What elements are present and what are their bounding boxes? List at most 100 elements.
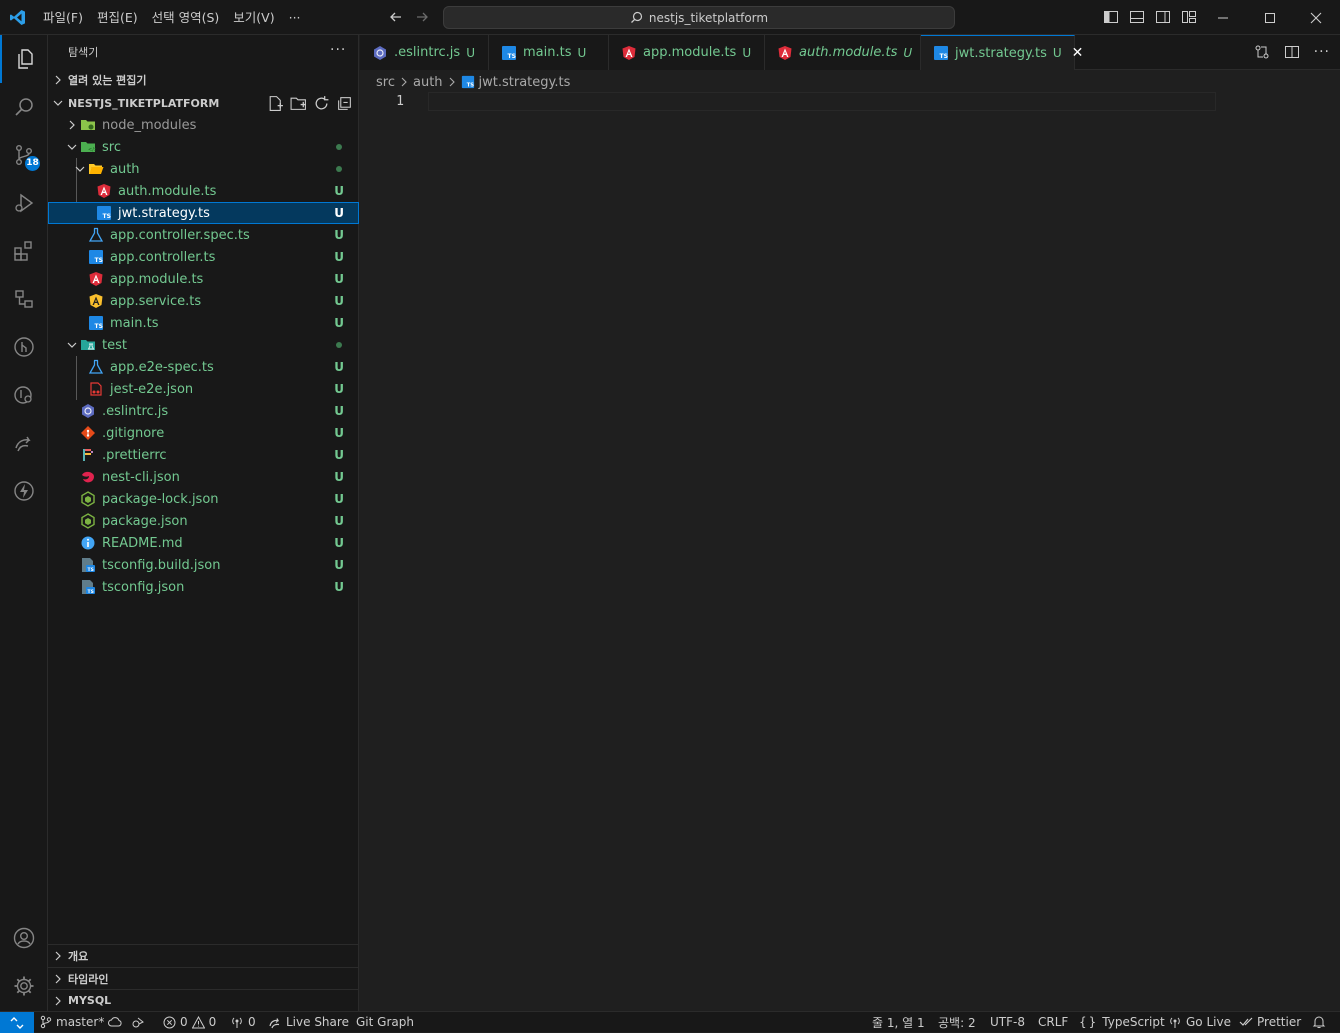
back-arrow-icon[interactable] — [388, 9, 404, 25]
toggle-panel-icon[interactable] — [1129, 9, 1145, 25]
tree-folder-node-modules[interactable]: node_modules — [48, 114, 359, 136]
chevron-right-icon — [399, 77, 409, 87]
open-changes-icon[interactable] — [1254, 44, 1270, 60]
refresh-icon[interactable] — [313, 95, 330, 112]
tree-file-app-module[interactable]: app.module.ts U — [48, 268, 359, 290]
tab-app-module[interactable]: app.module.ts U — [609, 35, 765, 70]
collapse-all-icon[interactable] — [336, 95, 353, 112]
live-share-icon[interactable] — [0, 419, 48, 467]
tree-file-jwt-strategy[interactable]: TS jwt.strategy.ts U — [48, 202, 359, 224]
notifications-bell-icon[interactable] — [1312, 1012, 1326, 1032]
tree-file-app-e2e-spec[interactable]: app.e2e-spec.ts U — [48, 356, 359, 378]
breadcrumb-auth[interactable]: auth — [413, 75, 443, 90]
tree-file-tsconfig[interactable]: TS tsconfig.json U — [48, 576, 359, 598]
menu-selection[interactable]: 선택 영역(S) — [145, 7, 227, 29]
nodejs-icon — [80, 491, 96, 507]
prettier-status[interactable]: Prettier — [1239, 1012, 1301, 1032]
tree-file-nest-cli[interactable]: nest-cli.json U — [48, 466, 359, 488]
braces-icon: {} — [1079, 1015, 1099, 1029]
tab-jwt-strategy[interactable]: TS jwt.strategy.ts U ✕ — [921, 35, 1083, 70]
breadcrumb-file[interactable]: jwt.strategy.ts — [479, 75, 571, 90]
database-icon[interactable] — [0, 371, 48, 419]
more-actions-icon[interactable]: ··· — [1314, 44, 1330, 60]
accounts-icon[interactable] — [0, 914, 48, 962]
chevron-right-icon — [48, 974, 68, 984]
encoding-status[interactable]: UTF-8 — [990, 1012, 1025, 1032]
untracked-status: U — [334, 228, 344, 242]
indentation-status[interactable]: 공백: 2 — [938, 1012, 976, 1032]
command-center-search[interactable]: nestjs_tiketplatform — [443, 6, 955, 29]
tab-label: jwt.strategy.ts — [955, 45, 1047, 61]
open-editors-section[interactable]: 열려 있는 편집기 — [48, 69, 359, 91]
outline-label: 개요 — [68, 950, 89, 963]
close-window-icon[interactable] — [1293, 0, 1339, 35]
source-control-icon[interactable] — [0, 131, 48, 179]
tree-file-auth-module[interactable]: auth.module.ts U — [48, 180, 359, 202]
tab-eslintrc[interactable]: .eslintrc.js U — [360, 35, 489, 70]
tree-folder-src[interactable]: </> src — [48, 136, 359, 158]
remote-explorer-icon[interactable] — [0, 275, 48, 323]
menu-view[interactable]: 보기(V) — [226, 7, 281, 29]
minimize-icon[interactable] — [1200, 0, 1246, 35]
current-line-highlight[interactable] — [428, 92, 1216, 111]
angular-icon — [777, 45, 793, 61]
extensions-icon[interactable] — [0, 227, 48, 275]
menu-more[interactable]: ··· — [282, 7, 308, 29]
tree-file-gitignore[interactable]: .gitignore U — [48, 422, 359, 444]
cursor-position[interactable]: 줄 1, 열 1 — [872, 1012, 925, 1032]
ports-status[interactable]: 0 — [230, 1012, 256, 1032]
eol-status[interactable]: CRLF — [1038, 1012, 1068, 1032]
breadcrumb-src[interactable]: src — [376, 75, 395, 90]
tree-file-package-lock[interactable]: package-lock.json U — [48, 488, 359, 510]
tree-item-label: app.service.ts — [110, 293, 202, 309]
branch-status[interactable]: master* — [40, 1012, 122, 1032]
toggle-secondary-sidebar-icon[interactable] — [1155, 9, 1171, 25]
toggle-primary-sidebar-icon[interactable] — [1103, 9, 1119, 25]
timeline-section[interactable]: 타임라인 — [48, 967, 359, 989]
tree-file-package[interactable]: package.json U — [48, 510, 359, 532]
chevron-down-icon — [72, 161, 88, 177]
tree-file-tsconfig-build[interactable]: TS tsconfig.build.json U — [48, 554, 359, 576]
tree-file-readme[interactable]: README.md U — [48, 532, 359, 554]
tree-file-app-controller-spec[interactable]: app.controller.spec.ts U — [48, 224, 359, 246]
tab-auth-module[interactable]: auth.module.ts U — [765, 35, 921, 70]
git-graph-status[interactable]: Git Graph — [356, 1012, 414, 1032]
explorer-icon[interactable] — [0, 35, 48, 83]
new-folder-icon[interactable] — [290, 95, 307, 112]
problems-status[interactable]: 0 0 — [163, 1012, 216, 1032]
project-section[interactable]: NESTJS_TIKETPLATFORM — [48, 92, 359, 114]
search-view-icon[interactable] — [0, 83, 48, 131]
split-editor-icon[interactable] — [1284, 44, 1300, 60]
menu-edit[interactable]: 편집(E) — [90, 7, 145, 29]
remote-indicator-icon[interactable] — [0, 1012, 34, 1033]
language-status[interactable]: {} TypeScript — [1079, 1012, 1165, 1032]
live-share-status[interactable]: Live Share — [268, 1012, 349, 1032]
tree-file-eslintrc[interactable]: .eslintrc.js U — [48, 400, 359, 422]
customize-layout-icon[interactable] — [1181, 9, 1197, 25]
thunder-client-icon[interactable] — [0, 467, 48, 515]
tree-file-app-service[interactable]: app.service.ts U — [48, 290, 359, 312]
outline-section[interactable]: 개요 — [48, 945, 359, 967]
mysql-section[interactable]: MYSQL — [48, 989, 359, 1011]
go-live-status[interactable]: Go Live — [1168, 1012, 1231, 1032]
new-file-icon[interactable] — [267, 95, 284, 112]
language-label: TypeScript — [1102, 1015, 1165, 1029]
tree-file-prettierrc[interactable]: .prettierrc U — [48, 444, 359, 466]
tab-close-icon[interactable]: ✕ — [1072, 45, 1084, 61]
tab-main[interactable]: TS main.ts U — [489, 35, 609, 70]
run-debug-icon[interactable] — [0, 179, 48, 227]
menu-file[interactable]: 파일(F) — [36, 7, 90, 29]
tree-folder-test[interactable]: test — [48, 334, 359, 356]
maximize-icon[interactable] — [1247, 0, 1293, 35]
settings-gear-icon[interactable] — [0, 962, 48, 1010]
explorer-more-actions[interactable]: ··· — [330, 42, 346, 58]
tree-file-app-controller[interactable]: TS app.controller.ts U — [48, 246, 359, 268]
prettier-label: Prettier — [1257, 1015, 1302, 1029]
error-count: 0 — [180, 1015, 188, 1029]
tree-folder-auth[interactable]: auth — [48, 158, 359, 180]
forward-arrow-icon[interactable] — [414, 9, 430, 25]
tree-file-main[interactable]: TS main.ts U — [48, 312, 359, 334]
git-graph-icon[interactable] — [0, 323, 48, 371]
tree-file-jest-e2e[interactable]: jest-e2e.json U — [48, 378, 359, 400]
debug-status-icon[interactable] — [131, 1012, 145, 1032]
